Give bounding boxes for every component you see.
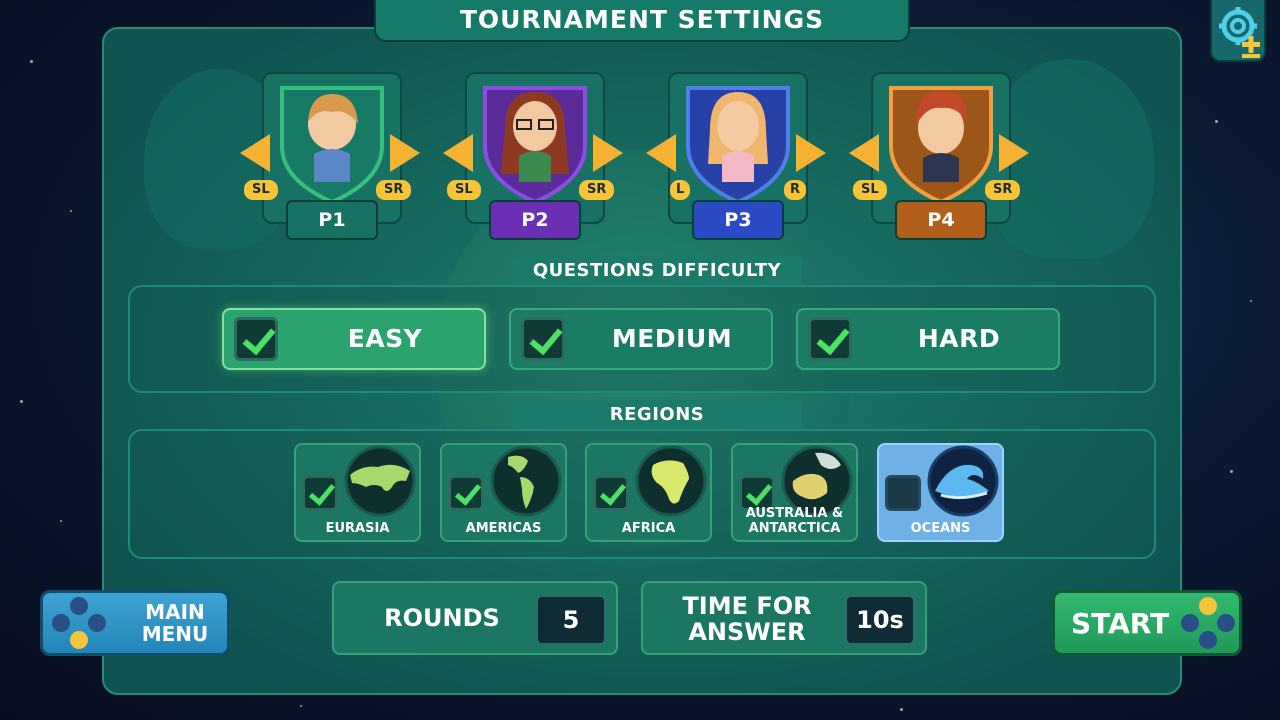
player-1-prev-arrow[interactable] bbox=[240, 134, 270, 172]
player-2-avatar[interactable] bbox=[479, 84, 591, 204]
eurasia-label: EURASIA bbox=[325, 521, 390, 536]
player-3-right-button-tag: R bbox=[784, 180, 807, 200]
easy-checkbox[interactable] bbox=[234, 317, 278, 361]
player-3-label: P3 bbox=[692, 200, 784, 240]
americas-map-icon bbox=[490, 445, 562, 517]
player-slot-1: SL SR P1 bbox=[240, 72, 420, 242]
hard-checkbox[interactable] bbox=[808, 317, 852, 361]
player-1-next-arrow[interactable] bbox=[390, 134, 420, 172]
start-button[interactable]: START bbox=[1052, 590, 1242, 656]
player-3-next-arrow[interactable] bbox=[796, 134, 826, 172]
region-eurasia[interactable]: EURASIA bbox=[294, 443, 421, 542]
time-for-answer-value[interactable]: 10s bbox=[845, 595, 915, 645]
rounds-label: ROUNDS bbox=[384, 604, 500, 632]
player-slot-3: L R P3 bbox=[646, 72, 826, 242]
player-3-avatar[interactable] bbox=[682, 84, 794, 204]
player-4-prev-arrow[interactable] bbox=[849, 134, 879, 172]
australia-antarctica-label: AUSTRALIA & ANTARCTICA bbox=[745, 506, 844, 536]
difficulty-hard-button[interactable]: HARD bbox=[796, 308, 1060, 370]
easy-label: EASY bbox=[347, 324, 423, 353]
region-americas[interactable]: AMERICAS bbox=[440, 443, 567, 542]
player-slot-2: SL SR P2 bbox=[443, 72, 623, 242]
rounds-value[interactable]: 5 bbox=[536, 595, 606, 645]
africa-label: AFRICA bbox=[621, 521, 676, 536]
ocean-wave-icon bbox=[927, 445, 999, 517]
oceans-label: OCEANS bbox=[910, 521, 971, 536]
africa-checkbox[interactable] bbox=[593, 475, 629, 511]
gear-plus-icon bbox=[1219, 7, 1260, 58]
difficulty-heading: QUESTIONS DIFFICULTY bbox=[512, 256, 802, 286]
player-2-left-button-tag: SL bbox=[447, 180, 481, 200]
player-4-left-button-tag: SL bbox=[853, 180, 887, 200]
oceans-checkbox[interactable] bbox=[885, 475, 921, 511]
player-4-next-arrow[interactable] bbox=[999, 134, 1029, 172]
main-menu-label: MAIN MENU bbox=[141, 600, 209, 646]
medium-checkbox[interactable] bbox=[521, 317, 565, 361]
eurasia-checkbox[interactable] bbox=[302, 475, 338, 511]
region-australia-antarctica[interactable]: AUSTRALIA & ANTARCTICA bbox=[731, 443, 858, 542]
region-oceans[interactable]: OCEANS bbox=[877, 443, 1004, 542]
player-3-left-button-tag: L bbox=[670, 180, 691, 200]
americas-checkbox[interactable] bbox=[448, 475, 484, 511]
player-slot-4: SL SR P4 bbox=[849, 72, 1029, 242]
player-4-label: P4 bbox=[895, 200, 987, 240]
regions-heading: REGIONS bbox=[512, 400, 802, 430]
rounds-setting[interactable]: ROUNDS 5 bbox=[332, 581, 618, 655]
medium-label: MEDIUM bbox=[611, 324, 733, 353]
start-label: START bbox=[1071, 607, 1170, 640]
player-2-next-arrow[interactable] bbox=[593, 134, 623, 172]
time-for-answer-label: TIME FOR ANSWER bbox=[682, 592, 812, 646]
time-for-answer-setting[interactable]: TIME FOR ANSWER 10s bbox=[641, 581, 927, 655]
player-1-label: P1 bbox=[286, 200, 378, 240]
eurasia-map-icon bbox=[344, 445, 416, 517]
player-2-right-button-tag: SR bbox=[579, 180, 615, 200]
player-1-left-button-tag: SL bbox=[244, 180, 278, 200]
settings-button[interactable] bbox=[1210, 0, 1266, 62]
player-1-avatar[interactable] bbox=[276, 84, 388, 204]
americas-label: AMERICAS bbox=[465, 521, 542, 536]
hard-label: HARD bbox=[917, 324, 1001, 353]
player-3-prev-arrow[interactable] bbox=[646, 134, 676, 172]
difficulty-easy-button[interactable]: EASY bbox=[222, 308, 486, 370]
player-2-label: P2 bbox=[489, 200, 581, 240]
region-africa[interactable]: AFRICA bbox=[585, 443, 712, 542]
player-4-right-button-tag: SR bbox=[985, 180, 1021, 200]
player-2-prev-arrow[interactable] bbox=[443, 134, 473, 172]
player-1-right-button-tag: SR bbox=[376, 180, 412, 200]
difficulty-medium-button[interactable]: MEDIUM bbox=[509, 308, 773, 370]
player-4-avatar[interactable] bbox=[885, 84, 997, 204]
africa-map-icon bbox=[635, 445, 707, 517]
page-title: TOURNAMENT SETTINGS bbox=[374, 0, 910, 42]
main-menu-button[interactable]: MAIN MENU bbox=[40, 590, 230, 656]
